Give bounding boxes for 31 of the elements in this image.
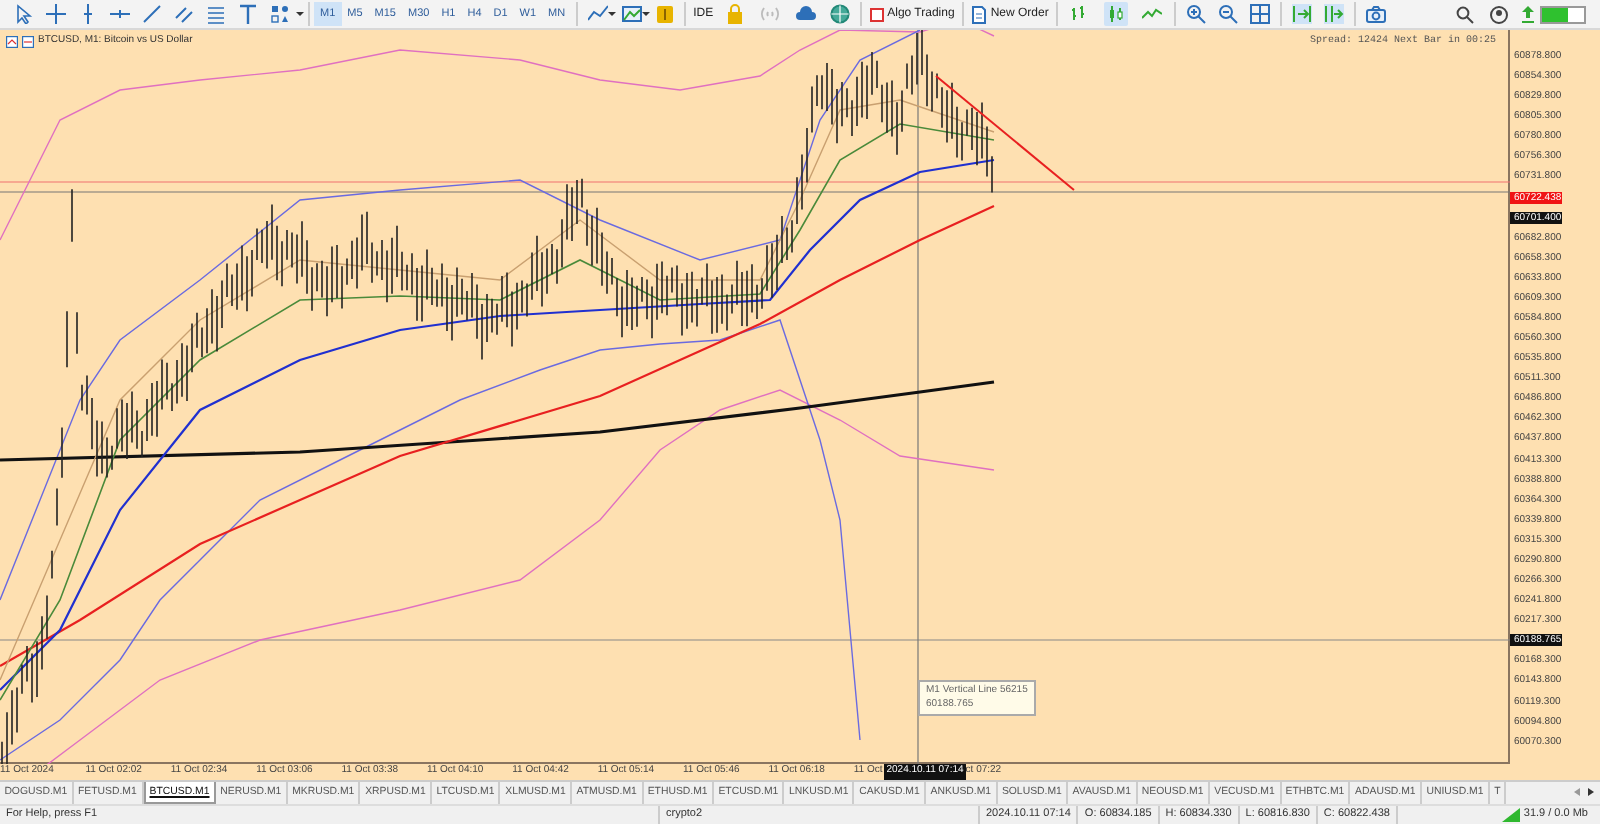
text-tool-icon[interactable] [238, 4, 258, 24]
fibonacci-icon[interactable] [206, 4, 226, 24]
trend-line [935, 75, 1075, 191]
zoom-in-icon[interactable] [1186, 4, 1207, 24]
line-chart-icon[interactable] [1142, 3, 1163, 24]
horizontal-line-icon[interactable] [110, 4, 130, 24]
cloud-icon[interactable] [795, 4, 816, 24]
shapes-icon[interactable] [270, 4, 290, 24]
autoscroll-icon[interactable] [1292, 4, 1313, 24]
vertical-line-icon[interactable] [78, 4, 98, 24]
zoom-out-icon[interactable] [1218, 4, 1239, 24]
stop-icon [869, 7, 884, 21]
grid-icon[interactable] [1250, 4, 1271, 24]
chart-shift-icon[interactable] [1324, 4, 1345, 24]
signal-bars-icon [1501, 808, 1520, 822]
chart-icon[interactable] [6, 35, 18, 48]
globe-icon[interactable] [829, 4, 850, 24]
document-icon [972, 5, 987, 23]
crosshair-icon[interactable] [46, 4, 66, 24]
chart-type-icon[interactable] [587, 4, 608, 24]
template-icon[interactable] [621, 4, 642, 24]
upload-icon[interactable] [1520, 4, 1536, 24]
connection-bar-icon [1540, 5, 1588, 23]
scroll-right-icon[interactable] [1586, 782, 1596, 802]
account-icon[interactable] [1490, 5, 1508, 23]
channel-icon[interactable] [174, 4, 194, 24]
chart-icon[interactable] [22, 35, 34, 48]
trend-line-icon[interactable] [142, 4, 162, 24]
search-icon[interactable] [1456, 5, 1474, 23]
camera-icon[interactable] [1366, 4, 1387, 24]
cursor-icon[interactable] [14, 4, 34, 24]
